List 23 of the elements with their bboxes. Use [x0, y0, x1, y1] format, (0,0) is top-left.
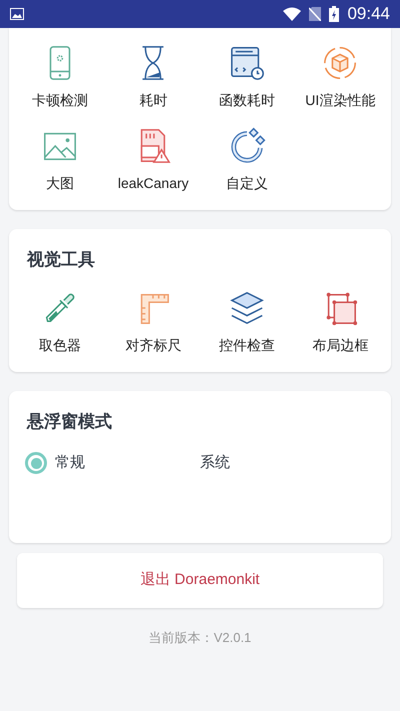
tool-label[interactable]: 卡顿检测 — [32, 90, 88, 111]
tool-label[interactable]: leakCanary — [118, 173, 189, 194]
tool-label[interactable]: 函数耗时 — [218, 90, 275, 111]
section-title: 视觉工具 — [26, 249, 96, 271]
tool-label[interactable]: 对齐标尺 — [125, 334, 182, 356]
option-label[interactable]: 常规 — [55, 452, 85, 474]
section-title: 悬浮窗模式 — [26, 410, 113, 432]
no-sim-icon — [309, 7, 322, 21]
clock-time: 09:44 — [347, 3, 390, 26]
radio-button[interactable] — [25, 452, 47, 474]
battery-charging-icon — [329, 6, 340, 22]
image-icon — [10, 8, 24, 20]
tool-label[interactable]: 取色器 — [38, 334, 81, 356]
tool-label[interactable]: 耗时 — [139, 90, 168, 111]
tool-label[interactable]: UI渲染性能 — [305, 90, 376, 111]
version-text: 当前版本：V2.0.1 — [148, 628, 252, 646]
option-label[interactable]: 系统 — [200, 452, 230, 474]
tool-label[interactable]: 控件检查 — [218, 334, 275, 356]
tool-label[interactable]: 自定义 — [226, 173, 268, 194]
wifi-icon — [283, 7, 302, 21]
tool-label[interactable]: 布局边框 — [312, 334, 368, 356]
exit-button[interactable]: 退出 Doraemonkit — [17, 552, 383, 608]
tool-label[interactable]: 大图 — [46, 173, 74, 194]
